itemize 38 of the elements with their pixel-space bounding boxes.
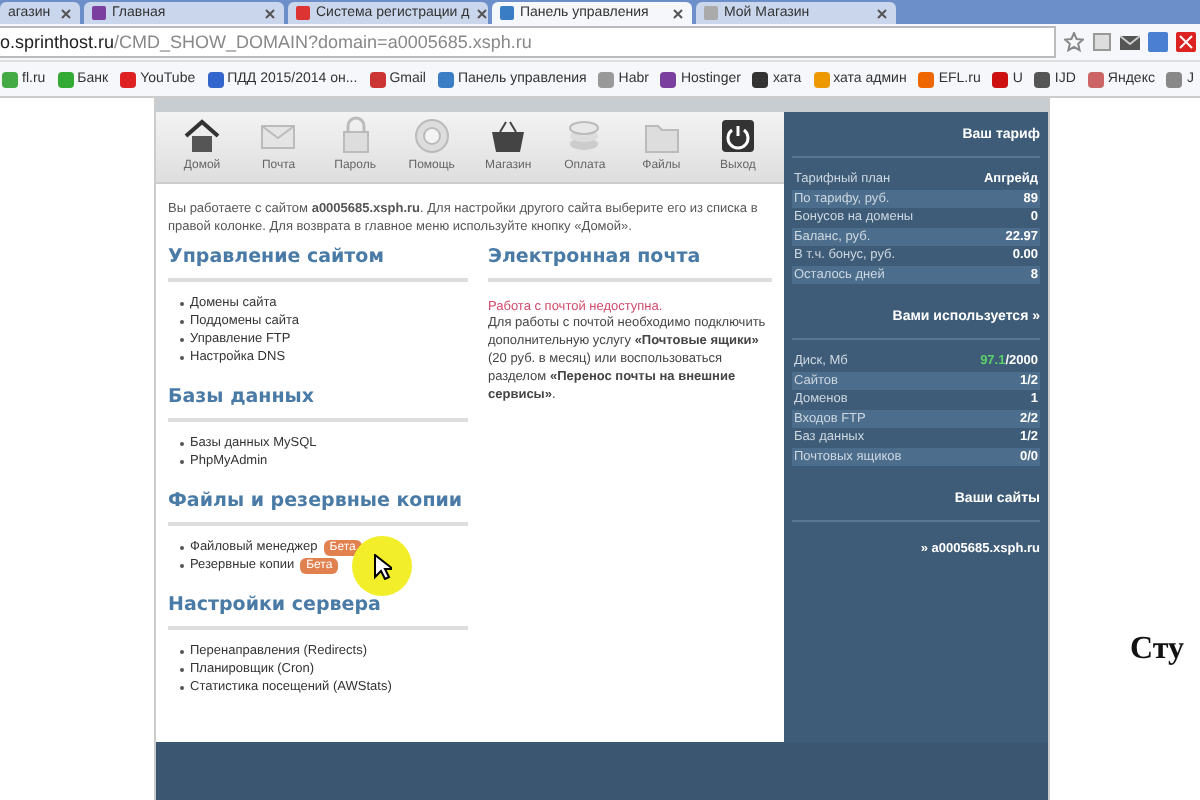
power-icon xyxy=(717,116,758,156)
house-icon xyxy=(182,116,222,156)
section-heading: Управление сайтом xyxy=(168,244,468,282)
section-heading: Электронная почта xyxy=(488,244,772,282)
lifebuoy-icon xyxy=(411,116,452,156)
address-field[interactable]: o.sprinthost.ru/CMD_SHOW_DOMAIN?domain=a0005685.xsph.ru xyxy=(0,26,1056,58)
close-icon[interactable] xyxy=(672,7,684,19)
favicon-icon xyxy=(207,71,224,87)
favicon-icon xyxy=(437,71,454,87)
favicon-icon xyxy=(660,71,677,87)
favicon-icon xyxy=(813,71,830,87)
favicon-icon xyxy=(1034,71,1051,87)
section-heading: Файлы и резервные копии xyxy=(168,488,468,526)
favicon-icon xyxy=(296,6,310,20)
close-icon[interactable] xyxy=(264,7,276,19)
favicon-icon xyxy=(704,6,718,20)
favicon-icon xyxy=(2,71,18,87)
favicon-icon xyxy=(1166,71,1183,87)
envelope-icon[interactable] xyxy=(1120,32,1140,52)
favicon-icon xyxy=(369,71,386,87)
favicon-icon xyxy=(752,71,769,87)
basket-icon xyxy=(488,116,529,156)
favicon-icon xyxy=(57,71,74,87)
favicon-icon xyxy=(992,71,1009,87)
cursor-icon xyxy=(374,554,392,580)
favicon-icon xyxy=(598,71,615,87)
close-icon[interactable] xyxy=(876,7,888,19)
favicon-icon xyxy=(120,71,137,87)
extension-icon[interactable] xyxy=(1092,32,1112,52)
section-heading: Базы данных xyxy=(168,384,468,422)
favicon-icon xyxy=(1087,71,1104,87)
favicon-icon xyxy=(500,6,514,20)
star-icon[interactable] xyxy=(1064,32,1084,52)
caption-text: Сту xyxy=(1130,632,1184,668)
close-icon[interactable] xyxy=(475,7,488,19)
favicon-icon xyxy=(918,71,935,87)
close-icon[interactable] xyxy=(60,7,72,19)
favicon-icon xyxy=(92,6,106,20)
